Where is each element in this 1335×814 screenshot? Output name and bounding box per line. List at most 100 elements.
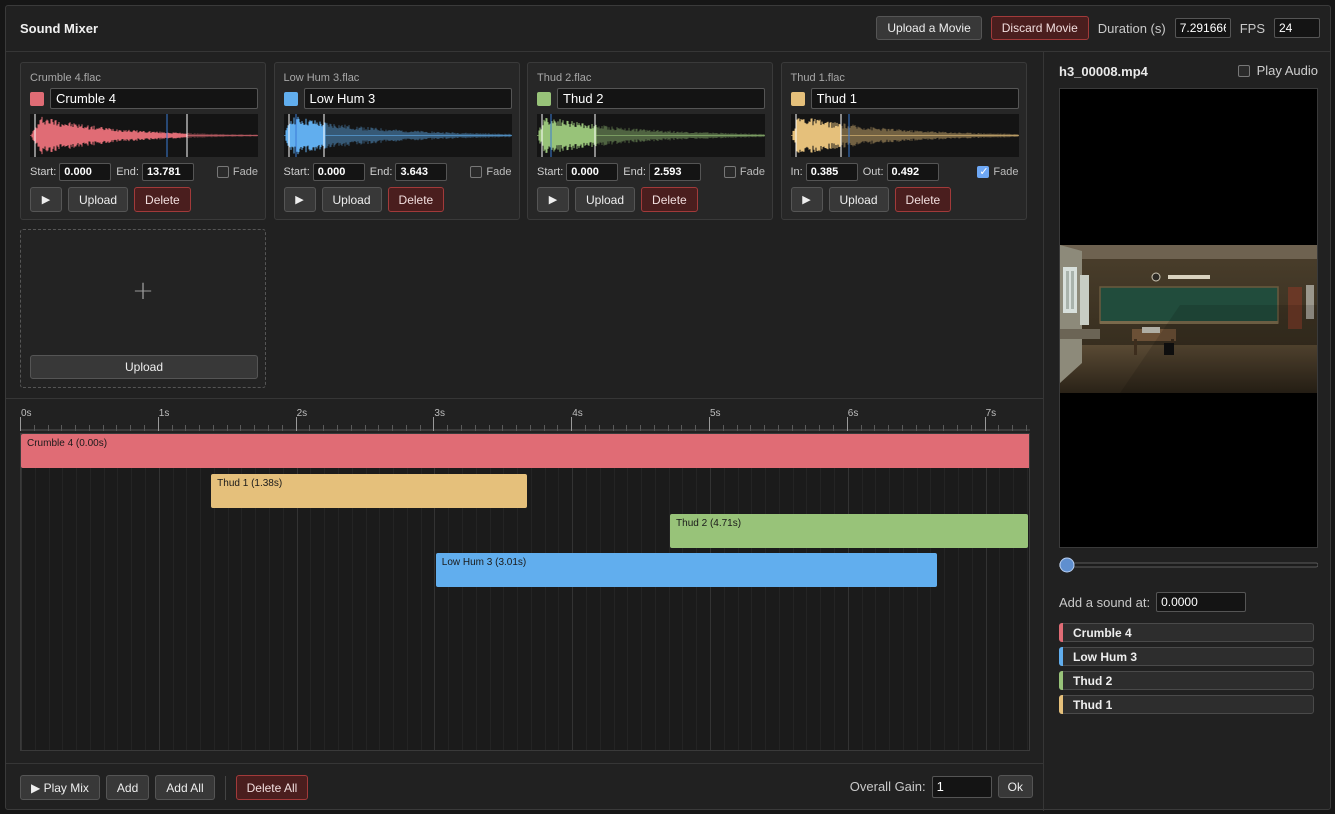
end-input[interactable]	[395, 163, 448, 181]
ruler-tick-label: 6s	[848, 408, 859, 419]
sound-waveform[interactable]	[790, 114, 1019, 157]
fade-label: Fade	[739, 166, 765, 178]
track-area[interactable]: Crumble 4 (0.00s) Thud 1 (1.38s) Thud 2 (4…	[20, 433, 1030, 751]
timeline-clip[interactable]: Thud 2 (4.71s)	[670, 514, 1029, 548]
toolbar-divider	[224, 775, 226, 800]
sound-name-input[interactable]	[810, 88, 1019, 109]
fade-toggle[interactable]: Fade	[470, 166, 512, 178]
sound-card: Crumble 4.flac Start: End: Fade ▶ Upload…	[20, 62, 266, 220]
delete-all-button[interactable]: Delete All	[235, 775, 309, 800]
bottom-toolbar: ▶ Play Mix Add Add All Delete All Overal…	[6, 763, 1043, 811]
fade-toggle[interactable]: Fade	[977, 165, 1019, 178]
sound-delete-button[interactable]: Delete	[134, 187, 191, 212]
sound-delete-button[interactable]: Delete	[641, 187, 698, 212]
play-icon[interactable]: ▶	[537, 187, 569, 212]
add-sound-at: Add a sound at:	[1059, 592, 1247, 612]
add-sound-at-label: Add a sound at:	[1059, 594, 1151, 610]
sound-name-input[interactable]	[303, 88, 512, 109]
sound-waveform[interactable]	[283, 114, 512, 157]
sound-delete-button[interactable]: Delete	[894, 187, 952, 212]
timeline-clip[interactable]: Crumble 4 (0.00s)	[21, 434, 1029, 468]
fps-input[interactable]	[1274, 18, 1320, 38]
play-icon[interactable]: ▶	[790, 187, 823, 212]
fade-toggle[interactable]: Fade	[216, 166, 258, 178]
timeline-clip[interactable]: Thud 1 (1.38s)	[211, 474, 527, 508]
sound-upload-button[interactable]: Upload	[575, 187, 636, 212]
play-audio-checkbox[interactable]	[1237, 64, 1250, 77]
start-label: Start:	[537, 166, 564, 178]
time-ruler[interactable]: 0s 1s 2s 3s 4s 5s 6s 7s	[20, 405, 1030, 431]
sound-upload-button[interactable]: Upload	[828, 187, 889, 212]
upload-movie-button[interactable]: Upload a Movie	[876, 16, 982, 40]
start-label: Start:	[283, 166, 310, 178]
play-audio-label: Play Audio	[1256, 63, 1318, 78]
discard-movie-button[interactable]: Discard Movie	[990, 16, 1089, 40]
sound-list-item[interactable]: Thud 1	[1059, 695, 1314, 714]
sound-list: Crumble 4 Low Hum 3 Thud 2 Thud 1	[1059, 623, 1314, 719]
scrubber-thumb[interactable]	[1059, 557, 1075, 573]
end-input[interactable]	[886, 163, 939, 181]
sound-list-item[interactable]: Low Hum 3	[1059, 647, 1314, 666]
sound-color-swatch[interactable]	[790, 92, 805, 106]
add-sound-at-input[interactable]	[1156, 592, 1247, 612]
start-input[interactable]	[566, 163, 619, 181]
end-input[interactable]	[648, 163, 701, 181]
duration-input[interactable]	[1174, 18, 1231, 38]
sound-color-swatch[interactable]	[537, 92, 551, 106]
start-input[interactable]	[805, 163, 858, 181]
video-player[interactable]	[1059, 88, 1318, 548]
add-card-upload-button[interactable]: Upload	[30, 355, 258, 379]
sound-upload-button[interactable]: Upload	[68, 187, 129, 212]
end-label: End:	[116, 166, 139, 178]
start-input[interactable]	[312, 163, 365, 181]
sound-list-item[interactable]: Crumble 4	[1059, 623, 1314, 642]
sound-trim-controls: Start: End: Fade	[537, 162, 765, 182]
play-mix-button[interactable]: ▶ Play Mix	[20, 775, 100, 800]
sound-cards: Crumble 4.flac Start: End: Fade ▶ Upload…	[20, 62, 1030, 392]
end-input[interactable]	[141, 163, 194, 181]
timeline-clip[interactable]: Low Hum 3 (3.01s)	[435, 553, 938, 587]
ruler-tick-label: 1s	[159, 408, 170, 419]
sound-color-swatch[interactable]	[30, 92, 44, 106]
sound-list-item[interactable]: Thud 2	[1059, 671, 1314, 690]
fade-label: Fade	[232, 166, 258, 178]
play-icon[interactable]: ▶	[283, 187, 316, 212]
timeline: 0s 1s 2s 3s 4s 5s 6s 7s Crumble 4 (0.00s) Thud 1…	[6, 398, 1043, 763]
sound-delete-button[interactable]: Delete	[387, 187, 445, 212]
movie-controls: Upload a Movie Discard Movie Duration (s…	[876, 16, 1320, 40]
movie-panel: h3_00008.mp4 Play Audio Add a sound at: …	[1043, 52, 1332, 811]
end-label: End:	[369, 166, 393, 178]
fade-checkbox[interactable]	[216, 166, 229, 178]
sound-list-label: Crumble 4	[1073, 625, 1132, 640]
fade-toggle[interactable]: Fade	[723, 166, 765, 178]
sound-list-label: Thud 2	[1073, 673, 1113, 688]
sound-list-label: Low Hum 3	[1073, 649, 1138, 664]
sound-mixer-window: Sound Mixer Upload a Movie Discard Movie…	[5, 5, 1332, 811]
sound-waveform[interactable]	[537, 114, 765, 157]
sound-name-input[interactable]	[50, 88, 258, 109]
add-sound-card[interactable]: + Upload	[20, 229, 266, 388]
fade-checkbox[interactable]	[470, 166, 483, 178]
classroom-video-frame	[1060, 245, 1317, 393]
start-input[interactable]	[59, 163, 112, 181]
ruler-tick-label: 0s	[21, 408, 32, 419]
sound-filename: Thud 2.flac	[537, 72, 592, 84]
sound-color-swatch[interactable]	[283, 92, 298, 106]
gain-ok-button[interactable]: Ok	[997, 775, 1033, 798]
sound-upload-button[interactable]: Upload	[321, 187, 382, 212]
sound-waveform[interactable]	[30, 114, 258, 157]
fade-checkbox[interactable]	[977, 165, 990, 178]
add-button[interactable]: Add	[105, 775, 150, 800]
play-audio-toggle[interactable]: Play Audio	[1237, 63, 1318, 78]
sound-trim-controls: Start: End: Fade	[30, 162, 258, 182]
add-all-button[interactable]: Add All	[155, 775, 215, 800]
fade-checkbox[interactable]	[723, 166, 736, 178]
end-label: Out:	[862, 166, 884, 178]
movie-scrubber[interactable]	[1059, 557, 1318, 573]
sound-card: Low Hum 3.flac Start: End: Fade ▶ Upload…	[273, 62, 520, 220]
ruler-tick-label: 5s	[710, 408, 721, 419]
fade-label: Fade	[993, 166, 1019, 178]
overall-gain-input[interactable]	[931, 775, 992, 798]
play-icon[interactable]: ▶	[30, 187, 62, 212]
sound-name-input[interactable]	[557, 88, 765, 109]
